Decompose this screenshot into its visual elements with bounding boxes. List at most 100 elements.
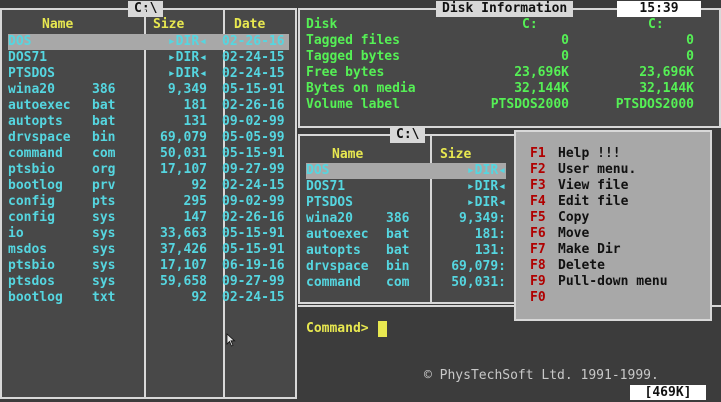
file-name: config: [8, 210, 55, 225]
file-size: 33,663: [160, 226, 207, 241]
menu-label: Help !!!: [558, 146, 621, 161]
file-name: bootlog: [8, 178, 63, 193]
copyright-text: © PhysTechSoft Ltd. 1991-1999.: [424, 368, 659, 383]
menu-label: View file: [558, 178, 629, 193]
menu-label: Copy: [558, 210, 590, 225]
menu-item-f8[interactable]: F8 Delete: [530, 258, 706, 274]
left-file-row[interactable]: config sys 147 02-26-16: [8, 210, 289, 226]
left-file-row[interactable]: msdos sys 37,426 05-15-91: [8, 242, 289, 258]
menu-item-f1[interactable]: F1 Help !!!: [530, 146, 706, 162]
disk-info-label: Volume label: [306, 97, 400, 112]
file-date: 02-24-15: [222, 50, 285, 65]
menu-item-f4[interactable]: F4 Edit file: [530, 194, 706, 210]
left-file-row[interactable]: config pts 295 09-02-99: [8, 194, 289, 210]
file-ext: bin: [92, 130, 116, 145]
file-name: drvspace: [8, 130, 71, 145]
file-name: autopts: [306, 243, 361, 258]
right-file-row[interactable]: command com 50,031:: [306, 275, 506, 291]
file-name: DOS71: [306, 179, 346, 194]
left-file-row[interactable]: io sys 33,663 05-15-91: [8, 226, 289, 242]
menu-key: F4: [530, 194, 546, 209]
memory-indicator: [469K]: [630, 385, 706, 400]
left-file-row[interactable]: bootlog txt 92 02-24-15: [8, 290, 289, 306]
left-file-panel[interactable]: C:\ Name Size Date DOS ▸DIR◂ 02-26-16 DOS71…: [0, 1, 297, 399]
file-ext: pts: [92, 194, 116, 209]
right-file-row[interactable]: autoexec bat 181:: [306, 227, 506, 243]
file-date: 02-26-16: [222, 210, 285, 225]
file-ext: 386: [92, 82, 116, 97]
file-size: 9,349:: [459, 211, 506, 226]
right-file-row[interactable]: autopts bat 131:: [306, 243, 506, 259]
disk-info-value-a: 0: [561, 49, 569, 64]
file-date: 05-15-91: [222, 242, 285, 257]
left-header-size: Size: [153, 17, 185, 32]
menu-item-f3[interactable]: F3 View file: [530, 178, 706, 194]
function-key-menu[interactable]: F1 Help !!! F2 User menu. F3 View file F4 Edit …: [514, 130, 712, 321]
left-file-row[interactable]: command com 50,031 05-15-91: [8, 146, 289, 162]
file-size: 147: [183, 210, 207, 225]
file-name: PTSDOS: [8, 66, 55, 81]
left-file-row[interactable]: ptsdos sys 59,658 09-27-99: [8, 274, 289, 290]
file-name: PTSDOS: [306, 195, 353, 210]
file-size: 69,079: [160, 130, 207, 145]
right-header-name: Name: [332, 147, 364, 162]
menu-item-f2[interactable]: F2 User menu.: [530, 162, 706, 178]
menu-key: F8: [530, 258, 546, 273]
left-header-name: Name: [42, 17, 74, 32]
left-file-row[interactable]: drvspace bin 69,079 05-05-99: [8, 130, 289, 146]
right-file-row[interactable]: drvspace bin 69,079:: [306, 259, 506, 275]
left-file-row[interactable]: wina20 386 9,349 05-15-91: [8, 82, 289, 98]
file-date: 05-15-91: [222, 82, 285, 97]
file-size: ▸DIR◂: [466, 163, 506, 178]
left-file-row[interactable]: DOS71 ▸DIR◂ 02-24-15: [8, 50, 289, 66]
menu-item-f9[interactable]: F9 Pull-down menu: [530, 274, 706, 290]
left-file-row[interactable]: ptsbio sys 17,107 06-19-16: [8, 258, 289, 274]
right-file-panel[interactable]: C:\ Name Size DOS ▸DIR◂ DOS71 ▸DIR◂ PTSDOS ▸D…: [298, 127, 528, 304]
file-date: 02-26-16: [222, 98, 285, 113]
file-ext: sys: [92, 274, 116, 289]
file-size: ▸DIR◂: [466, 195, 506, 210]
file-date: 09-27-99: [222, 274, 285, 289]
disk-drive-b: C:: [648, 17, 664, 32]
left-file-row[interactable]: DOS ▸DIR◂ 02-26-16: [8, 34, 289, 50]
file-date: 02-24-15: [222, 178, 285, 193]
command-prompt: Command>: [306, 321, 369, 336]
right-file-row[interactable]: DOS71 ▸DIR◂: [306, 179, 506, 195]
file-size: 50,031:: [451, 275, 506, 290]
right-file-row[interactable]: DOS ▸DIR◂: [306, 163, 506, 179]
file-name: autoexec: [306, 227, 369, 242]
file-ext: sys: [92, 258, 116, 273]
mouse-pointer-icon: [226, 333, 236, 347]
menu-key: F5: [530, 210, 546, 225]
file-name: bootlog: [8, 290, 63, 305]
right-file-row[interactable]: PTSDOS ▸DIR◂: [306, 195, 506, 211]
file-size: 69,079:: [451, 259, 506, 274]
file-size: 181:: [474, 227, 506, 242]
left-file-row[interactable]: bootlog prv 92 02-24-15: [8, 178, 289, 194]
menu-label: Make Dir: [558, 242, 621, 257]
menu-item-f7[interactable]: F7 Make Dir: [530, 242, 706, 258]
file-date: 05-15-91: [222, 226, 285, 241]
file-date: 06-19-16: [222, 258, 285, 273]
file-date: 02-26-16: [222, 34, 285, 49]
left-file-row[interactable]: PTSDOS ▸DIR◂ 02-24-15: [8, 66, 289, 82]
file-name: command: [306, 275, 361, 290]
file-ext: org: [92, 162, 116, 177]
left-file-row[interactable]: ptsbio org 17,107 09-27-99: [8, 162, 289, 178]
file-ext: com: [386, 275, 410, 290]
right-file-row[interactable]: wina20 386 9,349:: [306, 211, 506, 227]
left-file-row[interactable]: autopts bat 131 09-02-99: [8, 114, 289, 130]
disk-info-value-a: PTSDOS2000: [490, 97, 569, 112]
disk-info-label: Free bytes: [306, 65, 385, 80]
menu-label: Edit file: [558, 194, 629, 209]
menu-item-f5[interactable]: F5 Copy: [530, 210, 706, 226]
menu-item-f6[interactable]: F6 Move: [530, 226, 706, 242]
left-file-row[interactable]: autoexec bat 181 02-26-16: [8, 98, 289, 114]
disk-info-label: Bytes on media: [306, 81, 416, 96]
menu-key: F9: [530, 274, 546, 289]
command-cursor[interactable]: [378, 321, 387, 337]
menu-key: F6: [530, 226, 546, 241]
disk-info-value-a: 23,696K: [514, 65, 569, 80]
menu-item-f0[interactable]: F0: [530, 290, 706, 306]
file-name: autopts: [8, 114, 63, 129]
